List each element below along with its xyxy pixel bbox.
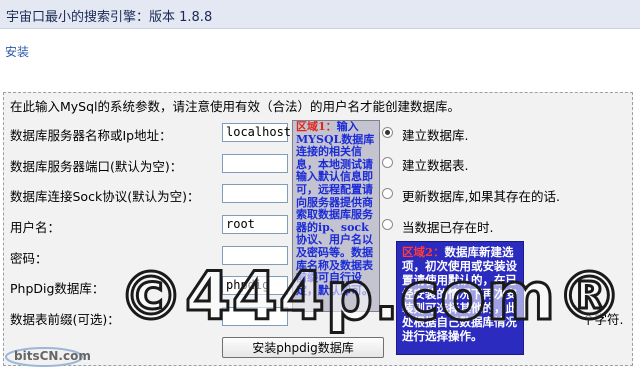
option-create-db-radio[interactable]: [382, 127, 393, 138]
label-db-host: 数据库服务器名称或Ip地址：: [10, 128, 172, 143]
form-intro: 在此输入MySql的系统参数，请注意使用有效（合法）的用户名才能创建数据库。: [10, 99, 461, 114]
label-password: 密码：: [10, 251, 48, 266]
annotation-area-1-title: 区域1：: [296, 120, 337, 133]
label-username: 用户名：: [10, 220, 61, 235]
label-db-port: 数据库服务器端口(默认为空)：: [10, 159, 183, 174]
window-title-bar: 宇宙口最小的搜索引擎：版本 1.8.8: [0, 0, 640, 29]
db-sock-input[interactable]: [222, 184, 288, 203]
bitscn-logo: bitsCN.com: [4, 345, 91, 367]
label-phpdig-db: PhpDig数据库：: [10, 281, 105, 296]
username-input[interactable]: root: [222, 215, 288, 234]
option-update-db-label: 更新数据库,如果其存在的话.: [402, 189, 560, 204]
label-table-prefix: 数据表前缀(可选)：: [10, 312, 120, 327]
option-create-tables-label: 建立数据表.: [402, 158, 469, 173]
install-link[interactable]: 安装: [5, 43, 29, 60]
logo-text: bitsCN.com: [14, 349, 91, 363]
option-db-exists-radio[interactable]: [382, 219, 393, 230]
annotation-area-2-title: 区域2：: [402, 245, 445, 259]
watermark: ©444p.com®: [116, 258, 624, 335]
db-host-input[interactable]: localhost: [222, 123, 291, 142]
window-title: 宇宙口最小的搜索引擎：版本 1.8.8: [6, 10, 213, 25]
install-phpdig-button[interactable]: 安装phpdig数据库: [222, 337, 384, 358]
db-port-input[interactable]: [222, 154, 288, 173]
option-create-tables-radio[interactable]: [382, 157, 393, 168]
label-db-sock: 数据库连接Sock协议(默认为空)：: [10, 189, 200, 204]
option-create-db-label: 建立数据库.: [402, 128, 469, 143]
option-db-exists-label: 当数据已存在时.: [402, 220, 494, 235]
option-update-db-radio[interactable]: [382, 188, 393, 199]
